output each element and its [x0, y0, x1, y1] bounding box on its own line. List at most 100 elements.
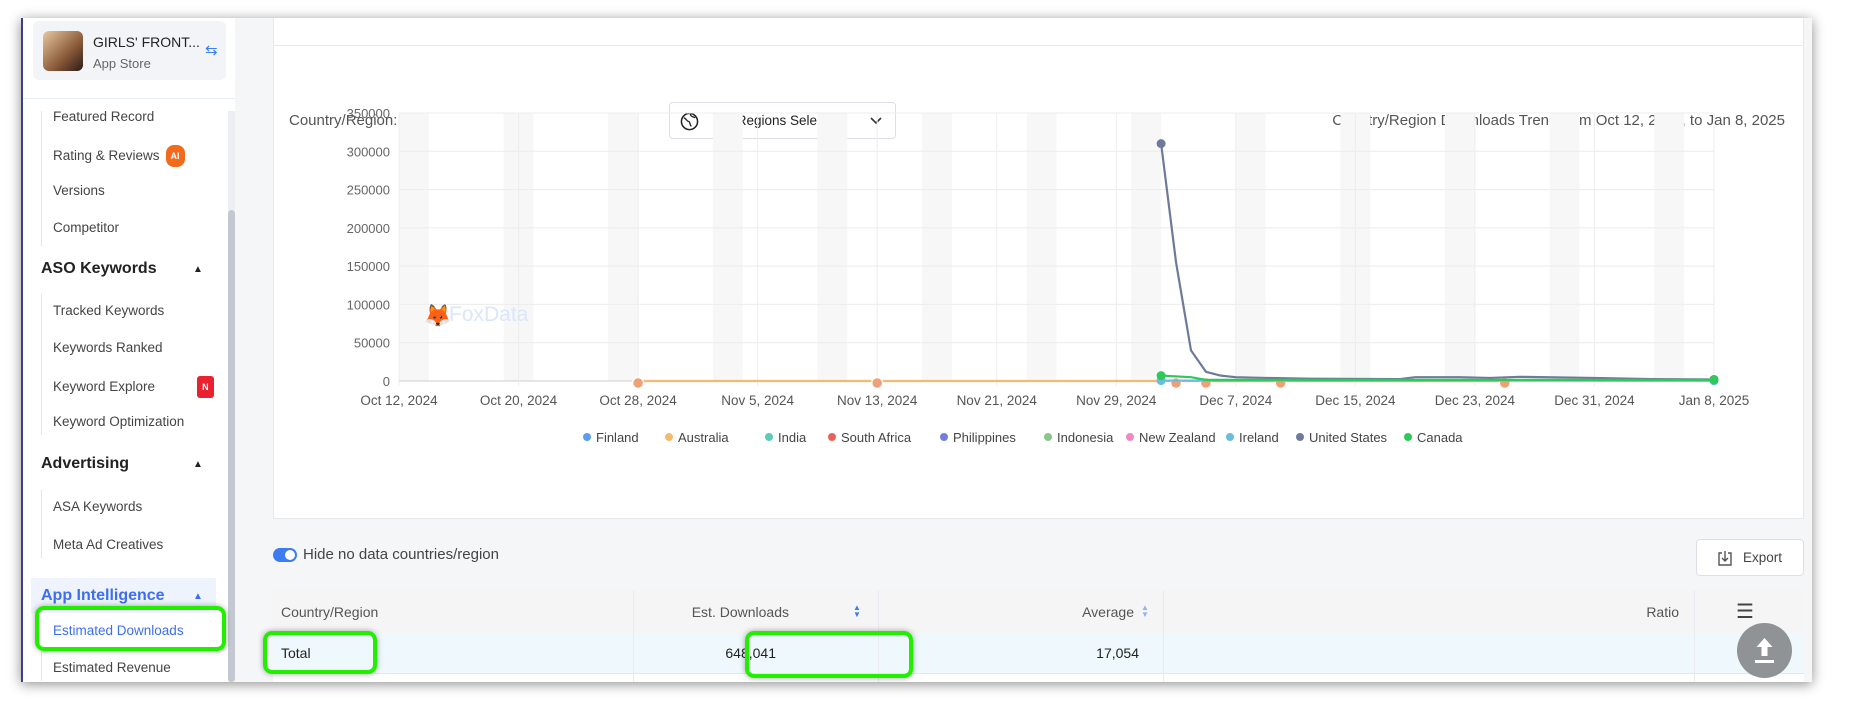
sidebar-item[interactable]: Keyword Explore N [53, 376, 214, 398]
arrow-up-icon [1755, 638, 1774, 663]
sidebar-item[interactable]: Keyword Optimization [53, 413, 184, 431]
highlight-downloads-value [745, 631, 913, 678]
hide-no-data-toggle[interactable] [273, 548, 297, 562]
data-table: Country/Region Est. Downloads ▲ ▼ Average… [273, 590, 1804, 682]
download-icon [1718, 551, 1732, 566]
sidebar-item[interactable]: Estimated Revenue [53, 659, 171, 677]
section-header-card [273, 18, 1804, 46]
highlight-estimated-downloads [35, 606, 226, 651]
y-tick-label: 100000 [347, 297, 390, 312]
sidebar-item[interactable]: Featured Record [53, 108, 154, 126]
sidebar-item-label: ASA Keywords [53, 499, 143, 514]
sidebar-scrollbar-thumb[interactable] [228, 210, 235, 682]
legend-item[interactable]: United States [1309, 430, 1388, 445]
sidebar-item[interactable]: Versions [53, 182, 105, 200]
legend-marker [828, 433, 836, 441]
x-tick-label: Nov 13, 2024 [837, 393, 918, 408]
y-tick-label: 250000 [347, 183, 390, 198]
legend-marker [1296, 433, 1304, 441]
x-tick-label: Oct 28, 2024 [599, 393, 677, 408]
highlight-total [263, 631, 377, 674]
legend-marker [1126, 433, 1134, 441]
data-point [1709, 375, 1719, 385]
app-icon [43, 31, 83, 71]
sidebar-section[interactable]: Advertising [41, 455, 129, 473]
legend-marker [940, 433, 948, 441]
x-tick-label: Dec 7, 2024 [1199, 393, 1272, 408]
legend-marker [1044, 433, 1052, 441]
weekend-band [1026, 113, 1057, 381]
export-label: Export [1743, 550, 1783, 565]
legend-marker [665, 433, 673, 441]
x-tick-label: Jan 8, 2025 [1679, 393, 1750, 408]
hide-no-data-label: Hide no data countries/region [303, 546, 499, 563]
legend-item[interactable]: Indonesia [1057, 430, 1114, 445]
table-row [273, 633, 1804, 674]
data-point [1156, 371, 1166, 381]
y-tick-label: 0 [383, 374, 390, 389]
sidebar-section[interactable]: ASO Keywords [41, 260, 157, 278]
weekend-band [1445, 113, 1475, 381]
y-tick-label: 300000 [347, 144, 390, 159]
scroll-to-top-button[interactable] [1737, 623, 1792, 678]
caret-up-icon[interactable]: ▲ [193, 459, 203, 470]
sidebar-item[interactable]: Meta Ad Creatives [53, 536, 163, 554]
sidebar-item-label: Keywords Ranked [53, 340, 163, 355]
legend-item[interactable]: South Africa [841, 430, 912, 445]
data-point [1156, 139, 1166, 149]
weekend-band [1131, 113, 1162, 381]
export-button[interactable]: Export [1696, 539, 1804, 576]
sidebar: GIRLS' FRONT... App Store ⇆ Featured Rec… [23, 18, 235, 682]
col-average[interactable]: Average [1082, 602, 1134, 622]
data-point [1169, 376, 1183, 390]
caret-up-icon[interactable]: ▲ [193, 591, 203, 602]
sidebar-item-label: Competitor [53, 220, 120, 235]
legend-item[interactable]: Canada [1417, 430, 1463, 445]
sidebar-item[interactable]: ASA Keywords [53, 498, 142, 516]
legend-item[interactable]: Ireland [1239, 430, 1279, 445]
legend-item[interactable]: India [778, 430, 807, 445]
y-tick-label: 350000 [347, 106, 390, 121]
sort-icon[interactable]: ▲ ▼ [1141, 604, 1149, 619]
sidebar-section[interactable]: App Intelligence [41, 587, 165, 605]
y-tick-label: 200000 [347, 221, 390, 236]
app-window: GIRLS' FRONT... App Store ⇆ Featured Rec… [21, 18, 1812, 682]
sidebar-item[interactable]: Competitor [53, 219, 119, 237]
weekend-band [712, 113, 743, 381]
app-name: GIRLS' FRONT... [93, 34, 200, 50]
y-tick-label: 150000 [347, 259, 390, 274]
caret-up-icon[interactable]: ▲ [193, 264, 203, 275]
app-selector[interactable]: GIRLS' FRONT... App Store ⇆ [33, 21, 226, 80]
col-country[interactable]: Country/Region [281, 602, 378, 622]
legend-item[interactable]: Australia [678, 430, 729, 445]
sidebar-item-label: Versions [53, 183, 105, 198]
swap-icon[interactable]: ⇆ [205, 41, 218, 59]
legend-item[interactable]: New Zealand [1139, 430, 1216, 445]
sidebar-item-label: Keyword Optimization [53, 414, 185, 429]
divider [23, 98, 235, 99]
sidebar-item-label: Keyword Explore [53, 379, 156, 394]
downloads-trend-chart: 0 50000 100000 150000 200000 250000 300000 3500… [347, 106, 1750, 445]
watermark: FoxData [449, 303, 529, 326]
column-menu-icon[interactable]: ☰ [1736, 599, 1754, 624]
legend-marker [583, 433, 591, 441]
sidebar-item[interactable]: Tracked Keywords [53, 302, 164, 320]
legend-item[interactable]: Philippines [953, 430, 1016, 445]
x-tick-label: Dec 23, 2024 [1435, 393, 1516, 408]
sidebar-item-label: Estimated Revenue [53, 660, 171, 675]
weekend-band [608, 113, 639, 381]
sort-icon[interactable]: ▲ ▼ [853, 604, 861, 619]
col-est-downloads[interactable]: Est. Downloads [692, 602, 789, 622]
sidebar-item-label: Meta Ad Creatives [53, 537, 164, 552]
col-ratio: Ratio [1646, 604, 1679, 620]
x-tick-label: Nov 5, 2024 [721, 393, 794, 408]
legend-marker [1404, 433, 1412, 441]
sidebar-item[interactable]: Keywords Ranked [53, 339, 163, 357]
weekend-band [399, 113, 429, 381]
legend-item[interactable]: Finland [596, 430, 639, 445]
weekend-band [817, 113, 848, 381]
weekend-band [922, 113, 952, 381]
sidebar-item[interactable]: Rating & Reviews AI [53, 145, 185, 167]
badge: AI [165, 145, 185, 167]
sidebar-item-label: Rating & Reviews [53, 148, 160, 163]
